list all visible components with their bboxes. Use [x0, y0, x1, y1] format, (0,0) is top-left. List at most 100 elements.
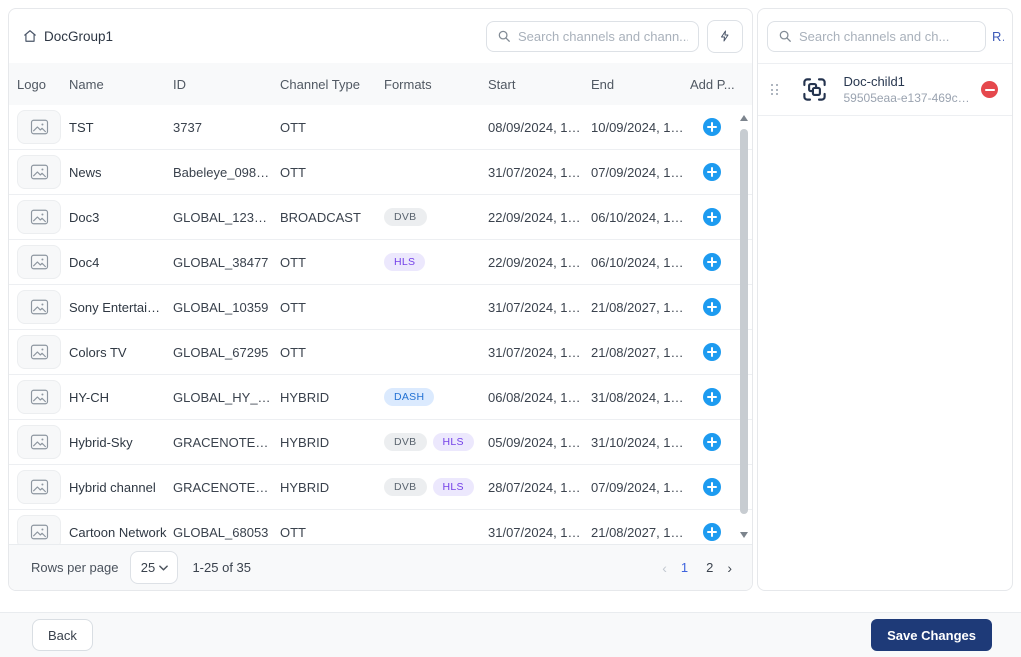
table-body: TST 3737 OTT 08/09/2024, 19:... 10/09/20… — [9, 105, 752, 544]
save-changes-button[interactable]: Save Changes — [871, 619, 992, 651]
format-badge-hls: HLS — [384, 253, 425, 271]
table-row: News Babeleye_098390 OTT 31/07/2024, 19:… — [9, 150, 752, 195]
image-icon — [30, 479, 49, 495]
drag-handle-icon[interactable] — [768, 81, 781, 98]
image-icon — [30, 344, 49, 360]
channel-name: TST — [69, 120, 173, 135]
add-channel-button[interactable] — [703, 118, 721, 136]
channel-end: 21/08/2027, 19:29 — [591, 525, 690, 540]
channel-id: GLOBAL_10359 — [173, 300, 280, 315]
add-channel-button[interactable] — [703, 478, 721, 496]
channel-name: Doc4 — [69, 255, 173, 270]
channel-formats: DVB — [384, 208, 488, 226]
selected-channel-id: 59505eaa-e137-469c-... — [844, 91, 972, 105]
main-header: DocGroup1 — [9, 9, 752, 63]
page-button-2[interactable]: 2 — [702, 558, 717, 577]
channel-logo-placeholder — [17, 110, 61, 144]
channel-name: Cartoon Network — [69, 525, 173, 540]
table-rows: TST 3737 OTT 08/09/2024, 19:... 10/09/20… — [9, 105, 752, 544]
channel-formats: DVBHLS — [384, 478, 488, 496]
channel-end: 06/10/2024, 13:24 — [591, 210, 690, 225]
channel-start: 28/07/2024, 18:44 — [488, 480, 591, 495]
add-channel-button[interactable] — [703, 253, 721, 271]
rows-per-page-select[interactable]: 25 — [130, 551, 178, 584]
channel-start: 31/07/2024, 19:30 — [488, 345, 591, 360]
channels-search-input[interactable] — [518, 29, 688, 44]
channel-end: 06/10/2024, 14:32 — [591, 255, 690, 270]
table-row: Doc3 GLOBAL_123456 BROADCAST DVB 22/09/2… — [9, 195, 752, 240]
plus-icon — [707, 437, 717, 447]
remove-channel-button[interactable] — [981, 81, 998, 98]
channel-group-panel: DocGroup1 LogoNameIDChannel TypeFormatsS… — [8, 8, 753, 591]
channel-id: GLOBAL_HY_CH — [173, 390, 280, 405]
image-icon — [30, 389, 49, 405]
add-channel-button[interactable] — [703, 388, 721, 406]
channel-logo-placeholder — [17, 425, 61, 459]
scroll-up-arrow[interactable] — [740, 115, 748, 121]
selected-channel-name: Doc-child1 — [844, 74, 972, 89]
channel-type: OTT — [280, 165, 384, 180]
channel-type: OTT — [280, 300, 384, 315]
channel-type: OTT — [280, 120, 384, 135]
image-icon — [30, 164, 49, 180]
prev-page-button[interactable]: ‹ — [662, 561, 667, 575]
add-channel-button[interactable] — [703, 433, 721, 451]
channel-scan-icon — [801, 76, 828, 103]
format-badge-dash: DASH — [384, 388, 434, 406]
side-search-input[interactable] — [799, 29, 975, 44]
remove-all-link[interactable]: Remove... — [992, 29, 1004, 44]
channel-start: 22/09/2024, 13:... — [488, 210, 591, 225]
page-button-1[interactable]: 1 — [677, 558, 692, 577]
channel-name: News — [69, 165, 173, 180]
image-icon — [30, 434, 49, 450]
channel-type: HYBRID — [280, 480, 384, 495]
format-badge-hls: HLS — [433, 433, 474, 451]
channel-logo-placeholder — [17, 335, 61, 369]
channel-start: 31/07/2024, 19:30 — [488, 165, 591, 180]
image-icon — [30, 254, 49, 270]
plus-icon — [707, 122, 717, 132]
channel-type: HYBRID — [280, 390, 384, 405]
column-header-logo: Logo — [17, 77, 69, 92]
scroll-down-arrow[interactable] — [740, 532, 748, 538]
pager: ‹ 12 › — [662, 558, 732, 577]
add-channel-button[interactable] — [703, 523, 721, 541]
channels-search[interactable] — [486, 21, 699, 52]
scrollbar-thumb[interactable] — [740, 129, 748, 514]
format-badge-dvb: DVB — [384, 433, 427, 451]
rows-per-page-value: 25 — [141, 560, 155, 575]
search-icon — [497, 29, 511, 43]
channel-logo-placeholder — [17, 200, 61, 234]
column-header-start: Start — [488, 77, 591, 92]
image-icon — [30, 299, 49, 315]
channel-name: Doc3 — [69, 210, 173, 225]
channel-name: HY-CH — [69, 390, 173, 405]
page-numbers: 12 — [677, 558, 717, 577]
add-channel-button[interactable] — [703, 343, 721, 361]
channel-logo-placeholder — [17, 380, 61, 414]
channel-start: 08/09/2024, 19:... — [488, 120, 591, 135]
selected-channel-item: Doc-child1 59505eaa-e137-469c-... — [758, 64, 1012, 116]
table-scrollbar[interactable] — [739, 109, 749, 540]
channel-id: GLOBAL_68053 — [173, 525, 280, 540]
plus-icon — [707, 302, 717, 312]
add-channel-button[interactable] — [703, 208, 721, 226]
next-page-button[interactable]: › — [727, 561, 732, 575]
column-header-channel-type: Channel Type — [280, 77, 384, 92]
channel-id: Babeleye_098390 — [173, 165, 280, 180]
channel-id: 3737 — [173, 120, 280, 135]
table-row: TST 3737 OTT 08/09/2024, 19:... 10/09/20… — [9, 105, 752, 150]
advanced-filter-button[interactable] — [707, 20, 743, 53]
add-channel-button[interactable] — [703, 163, 721, 181]
channel-logo-placeholder — [17, 470, 61, 504]
plus-icon — [707, 482, 717, 492]
page-title: DocGroup1 — [44, 29, 113, 44]
side-search[interactable] — [767, 21, 986, 52]
side-panel-header: Remove... — [758, 9, 1012, 64]
add-channel-button[interactable] — [703, 298, 721, 316]
side-items: Doc-child1 59505eaa-e137-469c-... — [758, 64, 1012, 116]
channel-end: 07/09/2024, 19:29 — [591, 165, 690, 180]
column-header-end: End — [591, 77, 690, 92]
back-button[interactable]: Back — [32, 619, 93, 651]
image-icon — [30, 209, 49, 225]
